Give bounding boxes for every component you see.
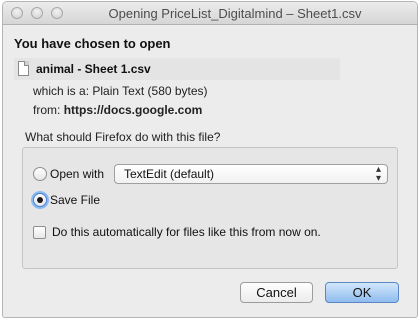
file-row: animal - Sheet 1.csv [14, 58, 340, 80]
ok-button[interactable]: OK [325, 282, 399, 303]
save-file-label[interactable]: Save File [50, 193, 100, 207]
file-source-info: from: https://docs.google.com [33, 103, 202, 117]
file-type-prefix: which is a: [33, 84, 90, 98]
title-bar: Opening PriceList_Digitalmind – Sheet1.c… [3, 2, 417, 25]
dialog-heading: You have chosen to open [14, 36, 171, 51]
close-window-button[interactable] [11, 7, 23, 19]
save-file-radio[interactable] [33, 193, 47, 207]
zoom-window-button[interactable] [51, 7, 63, 19]
document-icon [18, 61, 29, 76]
open-with-radio[interactable] [33, 167, 47, 181]
open-with-app-select[interactable]: TextEdit (default) ▴ ▾ [114, 164, 388, 184]
open-with-app-value: TextEdit (default) [124, 167, 215, 181]
file-type-value: Plain Text (580 bytes) [92, 84, 208, 98]
select-arrows-icon: ▴ ▾ [375, 164, 381, 184]
file-source-prefix: from: [33, 103, 61, 117]
minimize-window-button[interactable] [31, 7, 43, 19]
file-type-info: which is a: Plain Text (580 bytes) [33, 84, 208, 98]
auto-action-label[interactable]: Do this automatically for files like thi… [52, 225, 321, 239]
cancel-button[interactable]: Cancel [240, 282, 313, 303]
open-with-label[interactable]: Open with [50, 167, 104, 181]
auto-action-checkbox[interactable] [33, 226, 46, 239]
action-question: What should Firefox do with this file? [25, 130, 221, 144]
window-title: Opening PriceList_Digitalmind – Sheet1.c… [108, 6, 362, 21]
file-source-url: https://docs.google.com [63, 103, 203, 117]
file-name: animal - Sheet 1.csv [36, 62, 151, 76]
